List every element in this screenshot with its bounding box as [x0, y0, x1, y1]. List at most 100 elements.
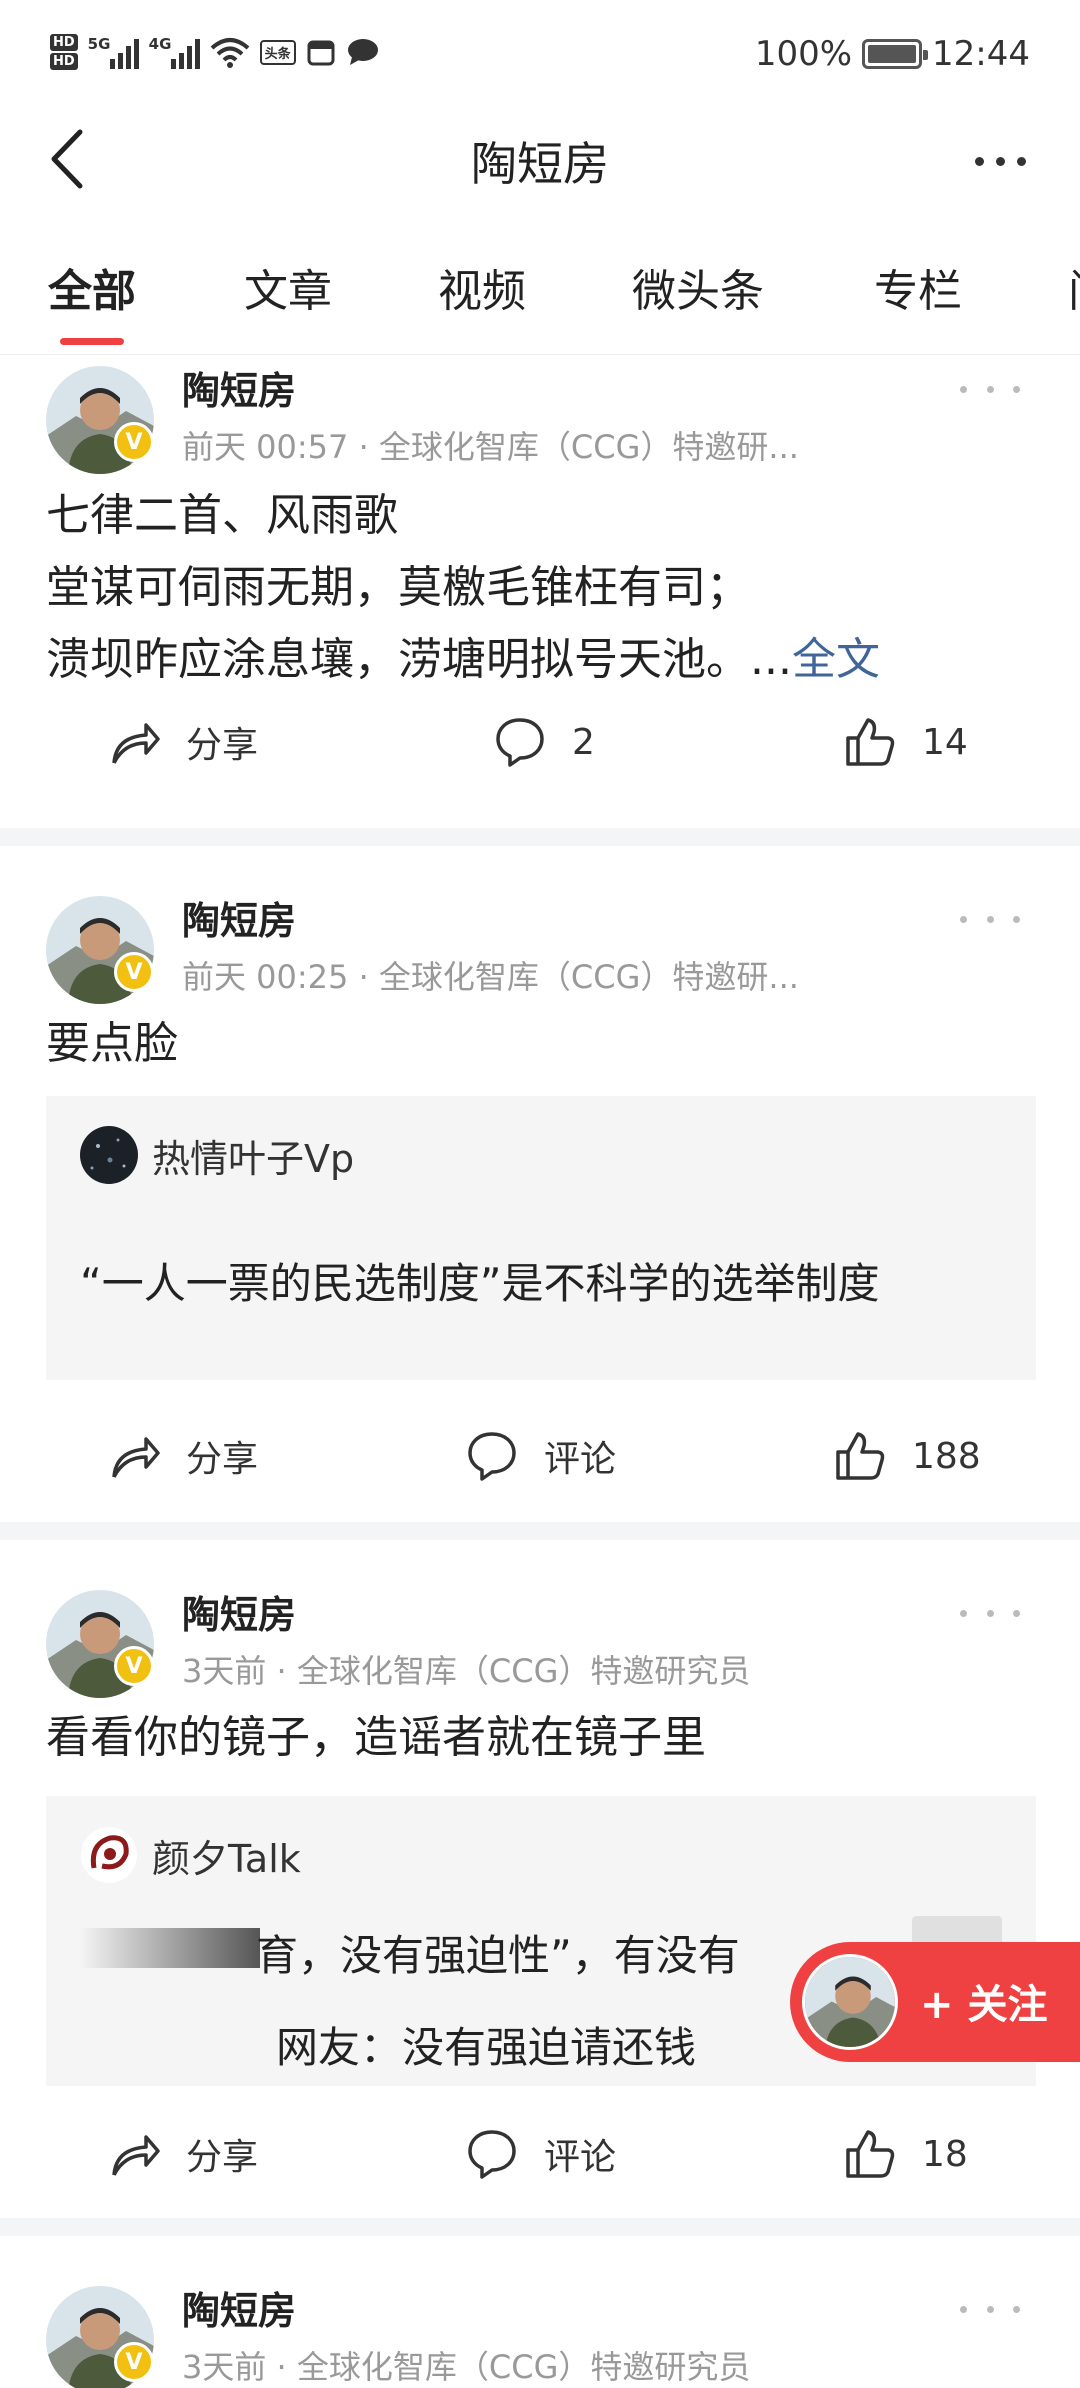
post-card[interactable]: V 陶短房 3天前 · 全球化智库（CCG）特邀研究员	[0, 2236, 1080, 2388]
share-label: 分享	[186, 2137, 259, 2178]
comment-button[interactable]: 2	[494, 702, 595, 782]
battery-percent: 100%	[754, 34, 853, 74]
more-dot-icon	[995, 156, 1005, 166]
page-title: 陶短房	[471, 137, 609, 191]
like-button[interactable]: 18	[844, 2114, 968, 2194]
more-dot-icon	[1016, 156, 1026, 166]
post-card[interactable]: V 陶短房 前天 00:25 · 全球化智库（CCG）特邀研... 要点脸 热情…	[0, 846, 1080, 1481]
like-button[interactable]: 14	[844, 702, 968, 782]
full-text-link[interactable]: 全文	[792, 634, 880, 685]
comment-icon	[496, 718, 544, 767]
quote-author-name[interactable]: 热情叶子Vp	[152, 1128, 354, 1183]
follow-button[interactable]: + 关注	[790, 1942, 1080, 2062]
post-divider	[0, 1522, 1080, 1540]
post-more-button[interactable]	[960, 1598, 1020, 1628]
author-name[interactable]: 陶短房	[182, 2280, 296, 2335]
comment-count: 2	[572, 721, 595, 763]
share-icon	[112, 723, 160, 764]
quote-author-avatar	[80, 1126, 138, 1184]
more-dot-icon	[974, 156, 984, 166]
like-count: 188	[912, 1435, 981, 1477]
post-divider	[0, 828, 1080, 846]
content-line: 溃坝昨应涂息壤，涝塘明拟号天池。...全文	[46, 624, 1034, 696]
comment-label: 评论	[544, 2137, 617, 2178]
thumbs-up-icon	[846, 2130, 895, 2178]
blurred-text-fragment	[80, 1928, 260, 1968]
share-label: 分享	[186, 1439, 259, 1480]
thumbs-up-icon	[846, 718, 895, 766]
post-more-button[interactable]	[960, 904, 1020, 934]
status-icons-left: HD HD 5G 4G 头条	[50, 34, 380, 70]
toutiao-news-icon: 头条	[259, 39, 296, 65]
post-content[interactable]: 要点脸	[46, 1008, 1034, 1080]
post-more-button[interactable]	[960, 374, 1020, 404]
comment-button[interactable]: 评论	[466, 2114, 616, 2194]
content-line: 七律二首、风雨歌	[46, 490, 398, 541]
post-actions: 分享 2 14	[0, 702, 1080, 782]
author-name[interactable]: 陶短房	[182, 360, 296, 415]
post-content[interactable]: 看看你的镜子，造谣者就在镜子里	[46, 1702, 1034, 1774]
post-meta: 前天 00:57 · 全球化智库（CCG）特邀研...	[182, 428, 799, 466]
verified-badge-icon: V	[114, 952, 154, 992]
content-tabs: 全部 文章 视频 微头条 专栏 问	[0, 245, 1080, 355]
like-button[interactable]: 188	[834, 1416, 981, 1496]
hd-icon: HD HD	[50, 34, 78, 70]
verified-badge-icon: V	[114, 2342, 154, 2382]
comment-icon	[468, 1432, 516, 1481]
wifi-icon	[210, 38, 249, 68]
share-button[interactable]: 分享	[110, 1416, 258, 1496]
calendar-icon	[307, 40, 335, 66]
post-meta: 前天 00:25 · 全球化智库（CCG）特邀研...	[182, 958, 799, 996]
comment-button[interactable]: 评论	[466, 1416, 616, 1496]
content-line: 堂谋可伺雨无期，莫檄毛锥枉有司；	[46, 562, 750, 613]
thumbs-up-icon	[836, 1432, 885, 1480]
clock-time: 12:44	[932, 34, 1030, 74]
tab-articles[interactable]: 文章	[244, 255, 332, 319]
signal-5g-icon: 5G	[88, 35, 139, 69]
quote-text: “一人一票的民选制度”是不科学的选举制度	[80, 1259, 880, 1308]
status-icons-right: 100% 12:44	[755, 34, 1030, 74]
tab-columns[interactable]: 专栏	[874, 255, 962, 319]
battery-icon	[862, 39, 929, 69]
hd-label-top: HD	[50, 34, 78, 51]
post-content[interactable]: 七律二首、风雨歌 堂谋可伺雨无期，莫檄毛锥枉有司； 溃坝昨应涂息壤，涝塘明拟号天…	[46, 480, 1034, 696]
tab-questions[interactable]: 问	[1068, 255, 1080, 319]
status-bar: HD HD 5G 4G 头条 100% 12:44	[0, 0, 1080, 110]
comment-label: 评论	[544, 1439, 617, 1480]
share-button[interactable]: 分享	[110, 2114, 258, 2194]
share-icon	[112, 2135, 160, 2176]
comment-icon	[468, 2130, 516, 2179]
post-card[interactable]: V 陶短房 前天 00:57 · 全球化智库（CCG）特邀研... 七律二首、风…	[0, 356, 1080, 826]
post-actions: 分享 评论 18	[0, 2114, 1080, 2194]
quote-author-name[interactable]: 颜夕Talk	[152, 1828, 301, 1883]
share-label: 分享	[186, 725, 259, 766]
author-name[interactable]: 陶短房	[182, 1584, 296, 1639]
post-meta: 3天前 · 全球化智库（CCG）特邀研究员	[182, 2348, 751, 2386]
signal-4g-label: 4G	[148, 35, 172, 53]
follow-avatar	[802, 1954, 898, 2050]
tab-all[interactable]: 全部	[48, 255, 136, 345]
hd-label-bottom: HD	[50, 53, 78, 70]
signal-5g-label: 5G	[87, 35, 111, 53]
post-more-button[interactable]	[960, 2294, 1020, 2324]
tab-videos[interactable]: 视频	[438, 255, 526, 319]
verified-badge-icon: V	[114, 422, 154, 462]
top-nav-bar: 陶短房	[0, 110, 1080, 210]
tab-micro-posts[interactable]: 微头条	[632, 255, 764, 319]
message-bubble-icon	[347, 39, 378, 65]
verified-badge-icon: V	[114, 1646, 154, 1686]
signal-4g-icon: 4G	[149, 35, 200, 69]
quoted-post[interactable]: 热情叶子Vp “一人一票的民选制度”是不科学的选举制度	[46, 1096, 1036, 1380]
share-icon	[112, 1437, 160, 1478]
more-options-button[interactable]	[960, 136, 1040, 186]
like-count: 14	[922, 721, 968, 763]
follow-label: + 关注	[920, 1982, 1048, 2028]
share-button[interactable]: 分享	[110, 702, 258, 782]
quote-author-avatar	[80, 1826, 138, 1884]
author-name[interactable]: 陶短房	[182, 890, 296, 945]
content-line-text: 溃坝昨应涂息壤，涝塘明拟号天池。...	[46, 634, 792, 685]
like-count: 18	[922, 2133, 968, 2175]
post-actions: 分享 评论 188	[0, 1416, 1080, 1496]
post-meta: 3天前 · 全球化智库（CCG）特邀研究员	[182, 1652, 751, 1690]
post-divider	[0, 2218, 1080, 2236]
